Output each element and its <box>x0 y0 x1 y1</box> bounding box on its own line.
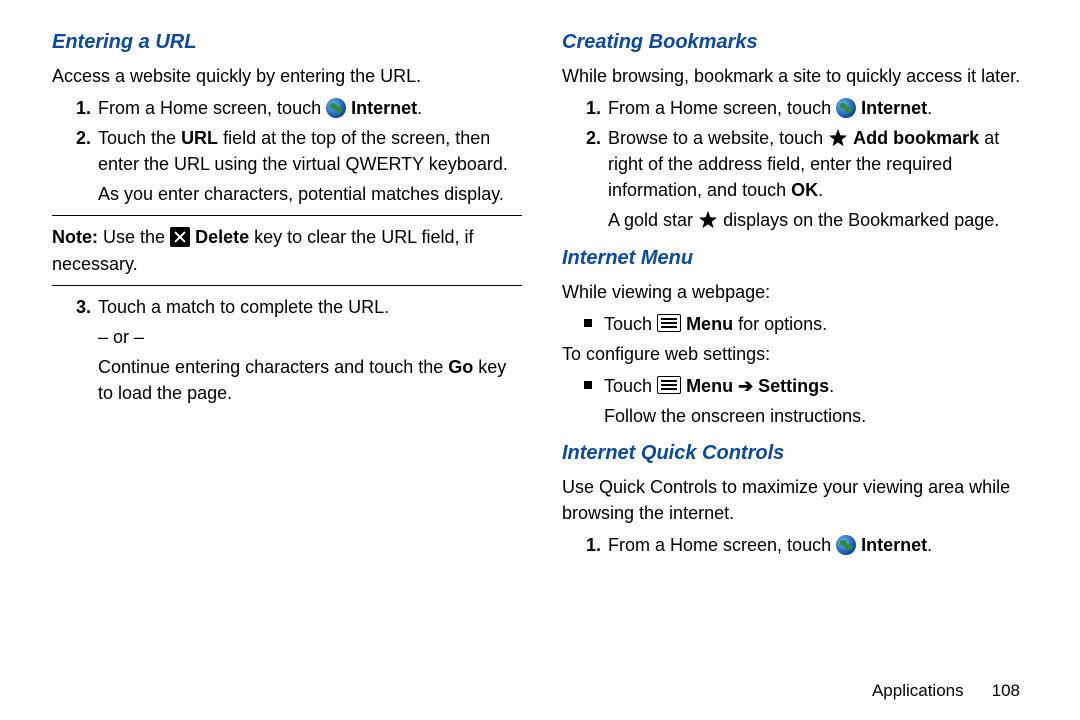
note-label: Note: <box>52 227 98 247</box>
square-bullet-icon <box>584 381 592 389</box>
step-text: From a Home screen, touch <box>608 98 836 118</box>
menu-label: Menu <box>686 314 733 334</box>
url-label: URL <box>181 128 218 148</box>
internet-label: Internet <box>861 98 927 118</box>
menu-label: Menu <box>686 376 733 396</box>
menu-icon <box>657 314 681 332</box>
steps-list: From a Home screen, touch Internet. Brow… <box>562 95 1032 233</box>
steps-list: From a Home screen, touch Internet. Touc… <box>52 95 522 207</box>
footer-page-number: 108 <box>992 679 1020 704</box>
step-text: Browse to a website, touch <box>608 128 828 148</box>
bullet-text: Touch Menu ➔ Settings. Follow the onscre… <box>604 373 866 429</box>
heading-entering-url: Entering a URL <box>52 28 522 57</box>
step-text: displays on the Bookmarked page. <box>723 210 999 230</box>
step-2: Browse to a website, touch Add bookmark … <box>606 125 1032 233</box>
ok-label: OK <box>791 180 818 200</box>
divider <box>52 215 522 216</box>
step-text: From a Home screen, touch <box>98 98 326 118</box>
intro-text: Use Quick Controls to maximize your view… <box>562 474 1032 526</box>
step-text: . <box>927 535 932 555</box>
step-1: From a Home screen, touch Internet. <box>96 95 522 121</box>
intro-text: While browsing, bookmark a site to quick… <box>562 63 1032 89</box>
square-bullet-icon <box>584 319 592 327</box>
globe-icon <box>326 98 346 118</box>
step-1: From a Home screen, touch Internet. <box>606 95 1032 121</box>
step-text: From a Home screen, touch <box>608 535 836 555</box>
step-text: Touch <box>604 314 657 334</box>
step-3: Touch a match to complete the URL. – or … <box>96 294 522 406</box>
step-text: Touch <box>604 376 657 396</box>
steps-list: From a Home screen, touch Internet. <box>562 532 1032 558</box>
add-bookmark-label: Add bookmark <box>853 128 979 148</box>
step-2: Touch the URL field at the top of the sc… <box>96 125 522 207</box>
intro-text: Access a website quickly by entering the… <box>52 63 522 89</box>
step-subtext: Follow the onscreen instructions. <box>604 403 866 429</box>
go-label: Go <box>448 357 473 377</box>
divider <box>52 285 522 286</box>
arrow-icon: ➔ <box>733 376 758 396</box>
delete-label: Delete <box>195 227 249 247</box>
settings-label: Settings <box>758 376 829 396</box>
step-text: Continue entering characters and touch t… <box>98 357 448 377</box>
steps-list-cont: Touch a match to complete the URL. – or … <box>52 294 522 406</box>
internet-label: Internet <box>861 535 927 555</box>
step-text: Touch the <box>98 128 181 148</box>
step-text: for options. <box>738 314 827 334</box>
body-text: While viewing a webpage: <box>562 279 1032 305</box>
menu-icon <box>657 376 681 394</box>
step-text: Continue entering characters and touch t… <box>98 354 522 406</box>
step-text: . <box>818 180 823 200</box>
page-footer: Applications 108 <box>872 679 1020 704</box>
step-text: . <box>829 376 834 396</box>
bullet-text: Touch Menu for options. <box>604 311 827 337</box>
heading-creating-bookmarks: Creating Bookmarks <box>562 28 1032 57</box>
heading-quick-controls: Internet Quick Controls <box>562 439 1032 468</box>
step-text: A gold star <box>608 210 698 230</box>
globe-icon <box>836 535 856 555</box>
internet-label: Internet <box>351 98 417 118</box>
body-text: To configure web settings: <box>562 341 1032 367</box>
bullet-item: Touch Menu ➔ Settings. Follow the onscre… <box>584 373 1032 429</box>
star-blue-icon <box>828 128 848 148</box>
left-column: Entering a URL Access a website quickly … <box>52 28 522 562</box>
step-text: Touch a match to complete the URL. <box>98 297 389 317</box>
bullet-item: Touch Menu for options. <box>584 311 1032 337</box>
note-block: Note: Use the Delete key to clear the UR… <box>52 224 522 276</box>
step-text: . <box>417 98 422 118</box>
footer-section: Applications <box>872 679 964 704</box>
star-gold-icon <box>698 210 718 230</box>
step-subtext: As you enter characters, potential match… <box>98 181 522 207</box>
note-text: Use the <box>103 227 170 247</box>
step-text: . <box>927 98 932 118</box>
step-1: From a Home screen, touch Internet. <box>606 532 1032 558</box>
globe-icon <box>836 98 856 118</box>
or-text: – or – <box>98 324 522 350</box>
heading-internet-menu: Internet Menu <box>562 244 1032 273</box>
manual-page: Entering a URL Access a website quickly … <box>0 0 1080 582</box>
right-column: Creating Bookmarks While browsing, bookm… <box>562 28 1032 562</box>
step-subtext: A gold star displays on the Bookmarked p… <box>608 207 1032 233</box>
x-delete-icon <box>170 227 190 247</box>
